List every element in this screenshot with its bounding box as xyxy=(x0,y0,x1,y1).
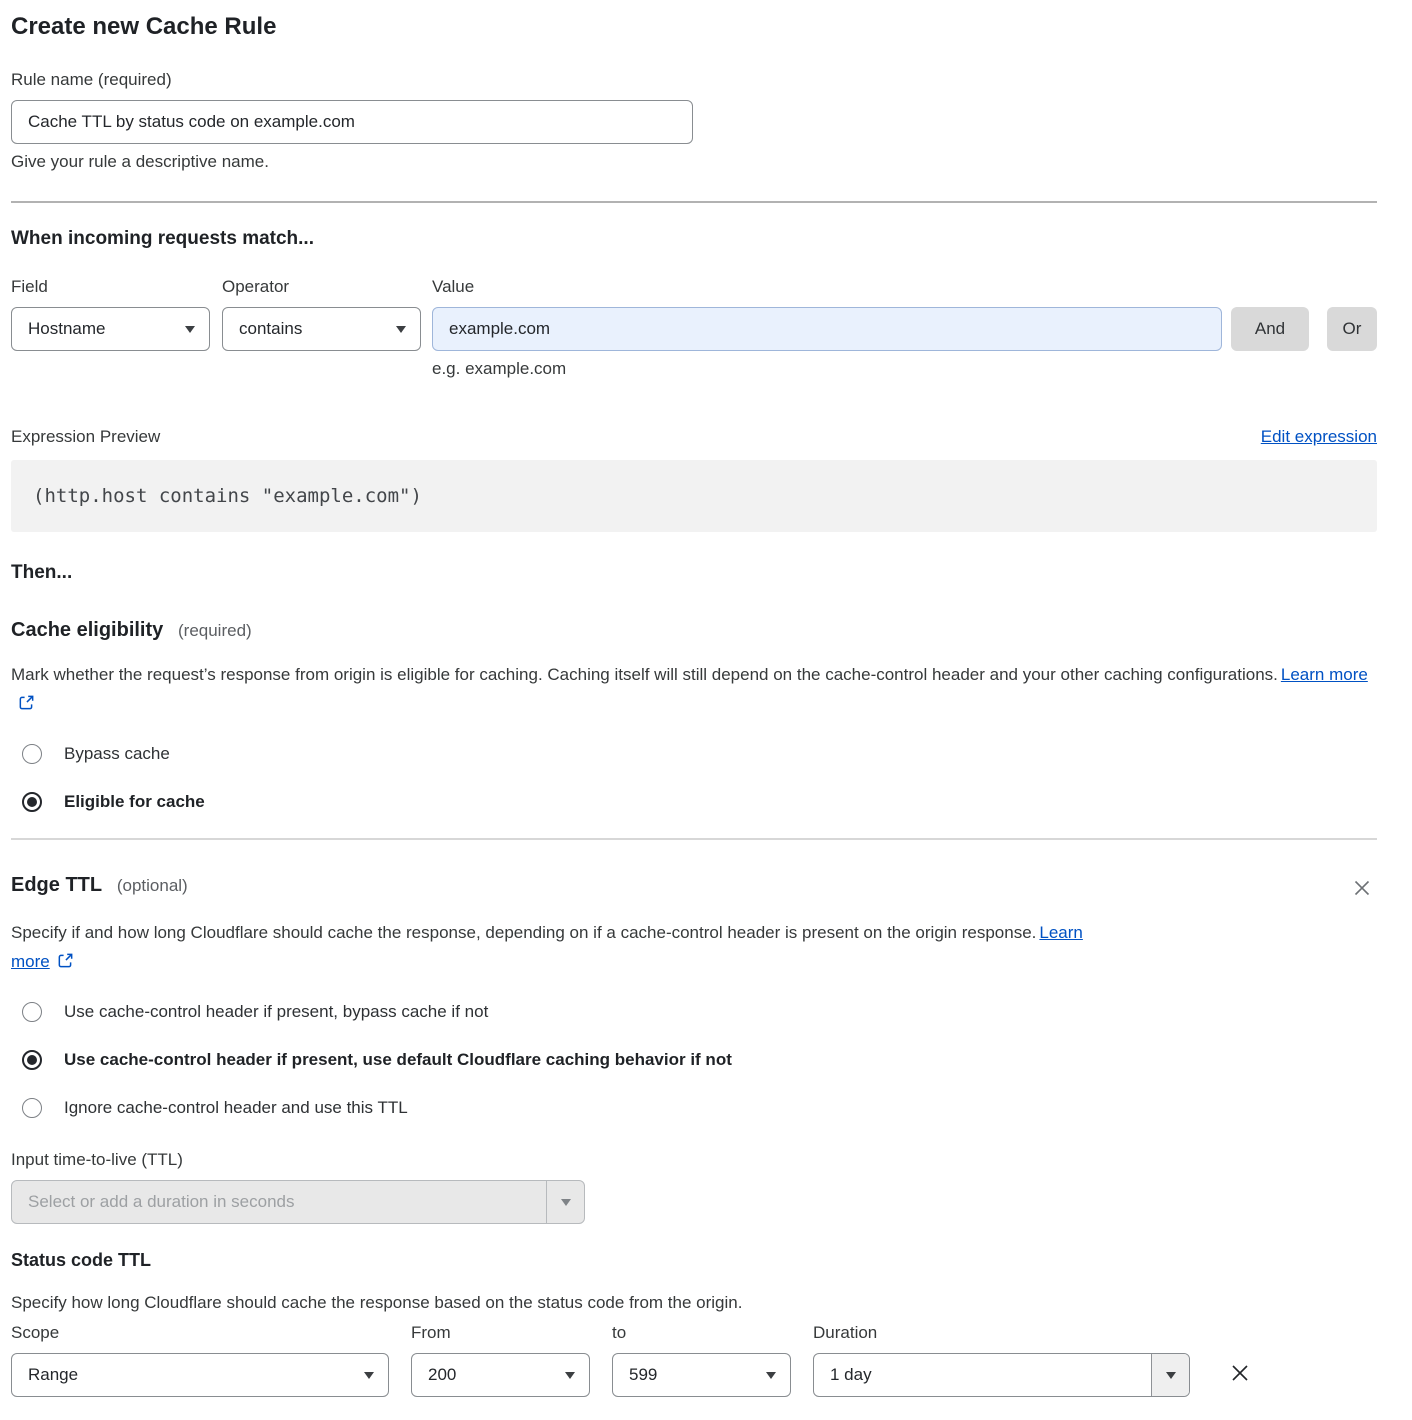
ttl-input-label: Input time-to-live (TTL) xyxy=(11,1150,1377,1170)
scope-select-value: Range xyxy=(28,1365,78,1385)
rule-name-input[interactable] xyxy=(11,100,693,144)
scope-column: Scope Range xyxy=(11,1323,389,1397)
radio-use-header-bypass[interactable]: Use cache-control header if present, byp… xyxy=(11,1002,1377,1022)
expression-code: (http.host contains "example.com") xyxy=(11,460,1377,532)
chevron-down-icon xyxy=(561,1199,571,1206)
cache-eligibility-title-wrap: Cache eligibility (required) xyxy=(11,618,252,643)
operator-label: Operator xyxy=(222,277,421,297)
scope-select[interactable]: Range xyxy=(11,1353,389,1397)
radio-circle-icon xyxy=(22,744,42,764)
cache-eligibility-heading: Cache eligibility xyxy=(11,619,163,641)
radio-use-header-default-label: Use cache-control header if present, use… xyxy=(64,1050,732,1070)
cache-eligibility-description-text: Mark whether the request’s response from… xyxy=(11,665,1278,684)
to-select-value: 599 xyxy=(629,1365,657,1385)
chevron-down-icon xyxy=(565,1372,575,1379)
page-title: Create new Cache Rule xyxy=(11,13,1377,41)
value-help: e.g. example.com xyxy=(432,359,1222,379)
edge-ttl-description-text: Specify if and how long Cloudflare shoul… xyxy=(11,923,1036,942)
value-input[interactable] xyxy=(432,307,1222,351)
radio-ignore-header-label: Ignore cache-control header and use this… xyxy=(64,1098,408,1118)
learn-more-link[interactable]: Learn more xyxy=(1281,665,1368,684)
close-icon xyxy=(1351,877,1373,899)
radio-selected-icon xyxy=(22,1050,42,1070)
radio-circle-icon xyxy=(22,1002,42,1022)
radio-selected-icon xyxy=(22,792,42,812)
remove-status-code-ttl-button[interactable] xyxy=(1224,1357,1256,1389)
radio-use-header-default[interactable]: Use cache-control header if present, use… xyxy=(11,1050,1377,1070)
radio-circle-icon xyxy=(22,1098,42,1118)
edge-ttl-header: Edge TTL (optional) xyxy=(11,873,1377,903)
rule-name-group: Rule name (required) Give your rule a de… xyxy=(11,70,1377,172)
radio-bypass-cache[interactable]: Bypass cache xyxy=(11,744,1377,764)
radio-ignore-header[interactable]: Ignore cache-control header and use this… xyxy=(11,1098,1377,1118)
edge-ttl-heading: Edge TTL xyxy=(11,874,102,896)
edge-ttl-section: Edge TTL (optional) Specify if and how l… xyxy=(11,873,1377,1224)
radio-bypass-cache-label: Bypass cache xyxy=(64,744,170,764)
edit-expression-link[interactable]: Edit expression xyxy=(1261,427,1377,447)
duration-label: Duration xyxy=(813,1323,1190,1343)
rule-name-help: Give your rule a descriptive name. xyxy=(11,152,1377,172)
edge-ttl-title-wrap: Edge TTL (optional) xyxy=(11,873,188,898)
close-edge-ttl-button[interactable] xyxy=(1347,873,1377,903)
optional-badge: (optional) xyxy=(117,876,188,895)
cache-eligibility-description: Mark whether the request’s response from… xyxy=(11,660,1377,718)
field-column: Field Hostname xyxy=(11,277,210,351)
from-column: From 200 xyxy=(411,1323,590,1397)
close-icon xyxy=(1228,1361,1252,1385)
external-link-icon xyxy=(18,694,35,711)
chevron-down-icon xyxy=(364,1372,374,1379)
ttl-duration-placeholder: Select or add a duration in seconds xyxy=(12,1181,546,1223)
field-label: Field xyxy=(11,277,210,297)
edge-ttl-description: Specify if and how long Cloudflare shoul… xyxy=(11,918,1121,976)
cache-eligibility-header: Cache eligibility (required) xyxy=(11,618,1377,643)
or-button[interactable]: Or xyxy=(1327,307,1377,351)
value-label: Value xyxy=(432,277,1222,297)
cache-eligibility-section: Cache eligibility (required) Mark whethe… xyxy=(11,618,1377,812)
rule-name-label: Rule name (required) xyxy=(11,70,1377,90)
scope-label: Scope xyxy=(11,1323,389,1343)
operator-select[interactable]: contains xyxy=(222,307,421,351)
required-badge: (required) xyxy=(178,621,252,640)
from-select[interactable]: 200 xyxy=(411,1353,590,1397)
status-code-ttl-description: Specify how long Cloudflare should cache… xyxy=(11,1292,1377,1314)
status-code-ttl-row: Scope Range From 200 to 599 xyxy=(11,1323,1377,1397)
section-divider xyxy=(11,838,1377,840)
and-button[interactable]: And xyxy=(1231,307,1309,351)
radio-eligible-for-cache-label: Eligible for cache xyxy=(64,792,205,812)
ttl-duration-arrow-button[interactable] xyxy=(546,1181,584,1223)
then-heading: Then... xyxy=(11,561,1377,585)
chevron-down-icon xyxy=(1166,1372,1176,1379)
chevron-down-icon xyxy=(766,1372,776,1379)
create-cache-rule-form: Create new Cache Rule Rule name (require… xyxy=(0,0,1412,1420)
expression-preview-row: Expression Preview Edit expression xyxy=(11,427,1377,447)
status-code-ttl-section: Status code TTL Specify how long Cloudfl… xyxy=(11,1248,1377,1397)
value-column: Value e.g. example.com xyxy=(432,277,1222,379)
operator-column: Operator contains xyxy=(222,277,421,351)
chevron-down-icon xyxy=(185,326,195,333)
expression-preview-label: Expression Preview xyxy=(11,427,160,447)
chevron-down-icon xyxy=(396,326,406,333)
ttl-duration-select[interactable]: Select or add a duration in seconds xyxy=(11,1180,585,1224)
duration-select[interactable]: 1 day xyxy=(813,1353,1190,1397)
field-select-value: Hostname xyxy=(28,319,105,339)
operator-select-value: contains xyxy=(239,319,302,339)
from-label: From xyxy=(411,1323,590,1343)
to-label: to xyxy=(612,1323,791,1343)
to-select[interactable]: 599 xyxy=(612,1353,791,1397)
duration-select-value: 1 day xyxy=(814,1354,1151,1396)
to-column: to 599 xyxy=(612,1323,791,1397)
duration-column: Duration 1 day xyxy=(813,1323,1190,1397)
duration-arrow-button[interactable] xyxy=(1151,1354,1189,1396)
logic-buttons: And Or xyxy=(1231,307,1377,351)
radio-use-header-bypass-label: Use cache-control header if present, byp… xyxy=(64,1002,488,1022)
match-heading: When incoming requests match... xyxy=(11,227,1377,251)
external-link-icon xyxy=(57,952,74,969)
radio-eligible-for-cache[interactable]: Eligible for cache xyxy=(11,792,1377,812)
from-select-value: 200 xyxy=(428,1365,456,1385)
field-select[interactable]: Hostname xyxy=(11,307,210,351)
match-row: Field Hostname Operator contains Value e… xyxy=(11,277,1377,379)
status-code-ttl-heading: Status code TTL xyxy=(11,1248,1377,1273)
section-divider xyxy=(11,201,1377,203)
